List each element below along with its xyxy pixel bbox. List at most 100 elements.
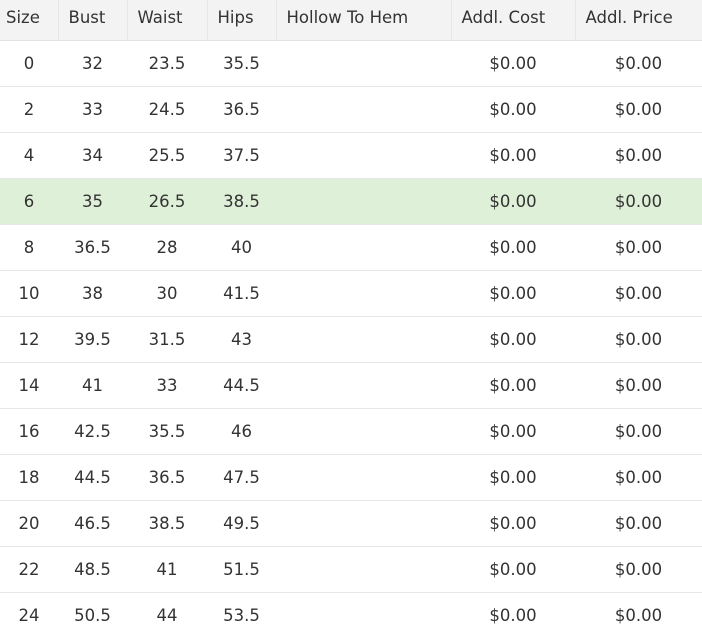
hollow-to-hem-cell — [276, 592, 451, 630]
addl-cost-cell: $0.00 — [451, 592, 575, 630]
addl-cost-cell: $0.00 — [451, 408, 575, 455]
table-row[interactable]: 8 36.5 28 40 $0.00 $0.00 — [0, 224, 702, 271]
addl-price-cell: $0.00 — [575, 224, 702, 271]
header-size: Size — [0, 0, 59, 41]
hips-cell: 44.5 — [207, 362, 276, 409]
size-cell: 4 — [0, 132, 58, 179]
size-cell: 10 — [0, 270, 58, 317]
table-header: Size Bust Waist Hips Hollow To Hem Addl.… — [0, 0, 702, 41]
table-row[interactable]: 10 38 30 41.5 $0.00 $0.00 — [0, 270, 702, 317]
addl-cost-cell: $0.00 — [451, 40, 575, 87]
addl-price-cell: $0.00 — [575, 362, 702, 409]
hollow-to-hem-cell — [276, 546, 451, 593]
size-cell: 14 — [0, 362, 58, 409]
addl-price-cell: $0.00 — [575, 86, 702, 133]
waist-cell: 26.5 — [127, 178, 207, 225]
hollow-to-hem-cell — [276, 86, 451, 133]
bust-cell: 36.5 — [58, 224, 127, 271]
addl-price-cell: $0.00 — [575, 546, 702, 593]
addl-price-cell: $0.00 — [575, 132, 702, 179]
addl-price-cell: $0.00 — [575, 270, 702, 317]
table-row[interactable]: 12 39.5 31.5 43 $0.00 $0.00 — [0, 316, 702, 363]
waist-cell: 44 — [127, 592, 207, 630]
waist-cell: 30 — [127, 270, 207, 317]
table-row[interactable]: 4 34 25.5 37.5 $0.00 $0.00 — [0, 132, 702, 179]
bust-cell: 39.5 — [58, 316, 127, 363]
hips-cell: 43 — [207, 316, 276, 363]
table-row[interactable]: 0 32 23.5 35.5 $0.00 $0.00 — [0, 40, 702, 87]
bust-cell: 41 — [58, 362, 127, 409]
hollow-to-hem-cell — [276, 316, 451, 363]
hollow-to-hem-cell — [276, 270, 451, 317]
hips-cell: 46 — [207, 408, 276, 455]
addl-cost-cell: $0.00 — [451, 178, 575, 225]
header-hollow-to-hem: Hollow To Hem — [276, 0, 452, 41]
header-addl-cost: Addl. Cost — [451, 0, 576, 41]
header-row: Size Bust Waist Hips Hollow To Hem Addl.… — [0, 0, 702, 41]
addl-cost-cell: $0.00 — [451, 500, 575, 547]
hips-cell: 53.5 — [207, 592, 276, 630]
bust-cell: 42.5 — [58, 408, 127, 455]
table-row[interactable]: 2 33 24.5 36.5 $0.00 $0.00 — [0, 86, 702, 133]
hollow-to-hem-cell — [276, 362, 451, 409]
hollow-to-hem-cell — [276, 500, 451, 547]
table-row[interactable]: 6 35 26.5 38.5 $0.00 $0.00 — [0, 178, 702, 225]
hips-cell: 51.5 — [207, 546, 276, 593]
hips-cell: 38.5 — [207, 178, 276, 225]
size-cell: 18 — [0, 454, 58, 501]
bust-cell: 48.5 — [58, 546, 127, 593]
header-bust: Bust — [58, 0, 128, 41]
waist-cell: 36.5 — [127, 454, 207, 501]
waist-cell: 31.5 — [127, 316, 207, 363]
waist-cell: 41 — [127, 546, 207, 593]
waist-cell: 25.5 — [127, 132, 207, 179]
hollow-to-hem-cell — [276, 132, 451, 179]
table-row[interactable]: 16 42.5 35.5 46 $0.00 $0.00 — [0, 408, 702, 455]
size-cell: 8 — [0, 224, 58, 271]
hips-cell: 35.5 — [207, 40, 276, 87]
addl-price-cell: $0.00 — [575, 40, 702, 87]
hollow-to-hem-cell — [276, 178, 451, 225]
hollow-to-hem-cell — [276, 224, 451, 271]
size-cell: 6 — [0, 178, 58, 225]
hollow-to-hem-cell — [276, 40, 451, 87]
size-cell: 20 — [0, 500, 58, 547]
size-cell: 16 — [0, 408, 58, 455]
addl-price-cell: $0.00 — [575, 178, 702, 225]
size-cell: 0 — [0, 40, 58, 87]
bust-cell: 33 — [58, 86, 127, 133]
addl-cost-cell: $0.00 — [451, 132, 575, 179]
header-hips: Hips — [207, 0, 277, 41]
table-row[interactable]: 20 46.5 38.5 49.5 $0.00 $0.00 — [0, 500, 702, 547]
bust-cell: 50.5 — [58, 592, 127, 630]
hollow-to-hem-cell — [276, 454, 451, 501]
table-row[interactable]: 22 48.5 41 51.5 $0.00 $0.00 — [0, 546, 702, 593]
hips-cell: 47.5 — [207, 454, 276, 501]
table-row[interactable]: 14 41 33 44.5 $0.00 $0.00 — [0, 362, 702, 409]
size-chart-table: Size Bust Waist Hips Hollow To Hem Addl.… — [0, 0, 702, 630]
table-row[interactable]: 18 44.5 36.5 47.5 $0.00 $0.00 — [0, 454, 702, 501]
bust-cell: 44.5 — [58, 454, 127, 501]
size-cell: 24 — [0, 592, 58, 630]
addl-cost-cell: $0.00 — [451, 86, 575, 133]
waist-cell: 24.5 — [127, 86, 207, 133]
hips-cell: 37.5 — [207, 132, 276, 179]
size-cell: 2 — [0, 86, 58, 133]
addl-price-cell: $0.00 — [575, 500, 702, 547]
addl-price-cell: $0.00 — [575, 592, 702, 630]
header-waist: Waist — [127, 0, 208, 41]
table-row[interactable]: 24 50.5 44 53.5 $0.00 $0.00 — [0, 592, 702, 630]
waist-cell: 23.5 — [127, 40, 207, 87]
addl-cost-cell: $0.00 — [451, 454, 575, 501]
hips-cell: 41.5 — [207, 270, 276, 317]
bust-cell: 34 — [58, 132, 127, 179]
addl-price-cell: $0.00 — [575, 454, 702, 501]
hollow-to-hem-cell — [276, 408, 451, 455]
bust-cell: 38 — [58, 270, 127, 317]
size-cell: 12 — [0, 316, 58, 363]
size-cell: 22 — [0, 546, 58, 593]
hips-cell: 49.5 — [207, 500, 276, 547]
waist-cell: 28 — [127, 224, 207, 271]
waist-cell: 33 — [127, 362, 207, 409]
bust-cell: 46.5 — [58, 500, 127, 547]
